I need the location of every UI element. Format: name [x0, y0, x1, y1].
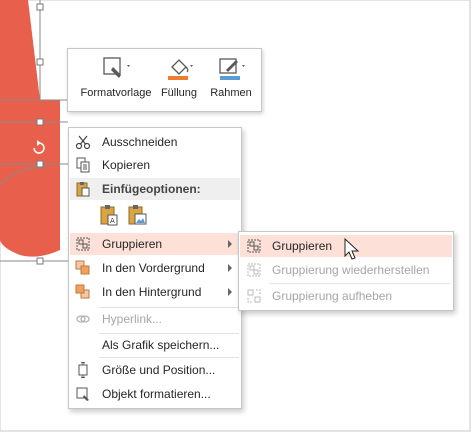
bring-forward-icon [75, 260, 90, 275]
submenu-separator [269, 283, 451, 284]
shape-style-button[interactable]: Formatvorlage [76, 55, 156, 105]
outline-label: Rahmen [210, 87, 252, 99]
submenu-item-label: Gruppieren [272, 239, 333, 253]
menu-item-label: In den Vordergrund [102, 261, 205, 275]
outline-color-swatch [220, 76, 240, 80]
menu-item-label: Objekt formatieren... [102, 387, 211, 401]
menu-separator [99, 357, 239, 358]
menu-item-cut[interactable]: Ausschneiden [70, 131, 240, 153]
menu-item-copy[interactable]: Kopieren [70, 154, 240, 176]
menu-item-label: Ausschneiden [102, 135, 178, 149]
submenu-arrow-icon [228, 288, 232, 296]
mini-toolbar: Formatvorlage Füllung Rahmen [67, 48, 262, 112]
group-icon [76, 237, 90, 251]
send-backward-icon [75, 284, 90, 299]
paste-options-label: Einfügeoptionen: [102, 182, 201, 196]
paste-keep-text-icon[interactable]: A [99, 204, 119, 226]
shape-style-icon [103, 57, 130, 78]
group-icon [247, 239, 261, 253]
red-rounded-shape[interactable] [0, 170, 60, 257]
svg-text:A: A [110, 217, 115, 225]
paste-options-row: A [97, 202, 157, 228]
fill-color-swatch [168, 76, 188, 80]
submenu-arrow-icon [228, 240, 232, 248]
copy-icon [76, 157, 90, 173]
format-object-icon [76, 387, 89, 401]
menu-item-send-backward[interactable]: In den Hintergrund [70, 281, 240, 303]
menu-item-label: Größe und Position... [102, 363, 216, 377]
menu-item-bring-forward[interactable]: In den Vordergrund [70, 257, 240, 279]
red-rectangle-shape[interactable] [0, 100, 60, 170]
outline-button[interactable]: Rahmen [206, 55, 256, 105]
paste-picture-icon[interactable] [127, 204, 147, 226]
submenu-item-regroup[interactable]: Gruppierung wiederherstellen [240, 259, 452, 281]
mouse-pointer-icon [344, 238, 360, 260]
menu-item-label: Als Grafik speichern... [102, 338, 220, 352]
regroup-icon [247, 263, 261, 277]
size-position-icon [78, 362, 88, 378]
submenu-arrow-icon [228, 264, 232, 272]
pen-outline-icon [219, 58, 245, 80]
menu-item-format-object[interactable]: Objekt formatieren... [70, 383, 240, 405]
menu-item-size-position[interactable]: Größe und Position... [70, 359, 240, 381]
menu-item-hyperlink[interactable]: Hyperlink... [70, 308, 240, 330]
menu-item-label: In den Hintergrund [102, 285, 202, 299]
menu-item-save-as-picture[interactable]: Als Grafik speichern... [70, 334, 240, 356]
ungroup-icon [247, 289, 261, 303]
submenu-item-label: Gruppierung aufheben [272, 289, 393, 303]
menu-item-label: Kopieren [102, 158, 151, 172]
link-icon [76, 315, 90, 323]
fill-button[interactable]: Füllung [156, 55, 202, 105]
menu-item-group[interactable]: Gruppieren [70, 233, 240, 255]
scissors-icon [75, 135, 91, 150]
submenu-item-label: Gruppierung wiederherstellen [272, 263, 430, 277]
context-menu: Ausschneiden Kopieren Einfügeoptionen: A [68, 127, 242, 409]
submenu-item-ungroup[interactable]: Gruppierung aufheben [240, 285, 452, 307]
paste-options-header: Einfügeoptionen: [70, 178, 240, 200]
fill-label: Füllung [160, 87, 198, 99]
paste-icon [76, 182, 90, 197]
shape-style-label: Formatvorlage [80, 87, 152, 99]
menu-item-label: Hyperlink... [102, 312, 163, 326]
menu-item-label: Gruppieren [102, 237, 163, 251]
paint-bucket-icon [168, 59, 193, 80]
